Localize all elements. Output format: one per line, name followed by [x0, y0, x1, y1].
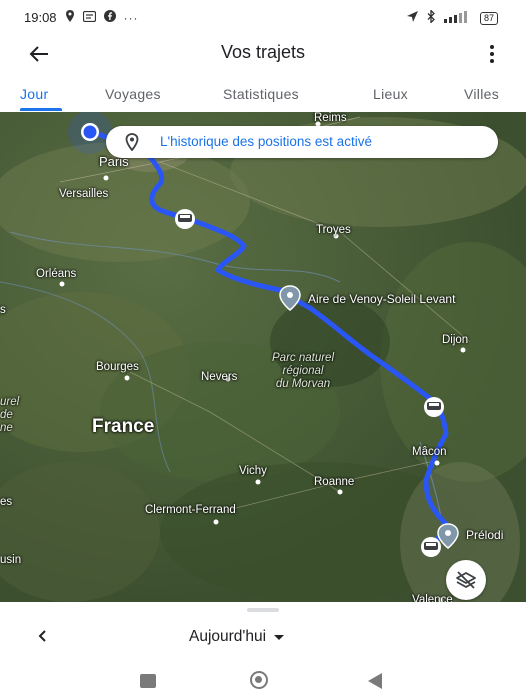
recent-apps-button[interactable] [140, 674, 156, 688]
more-vertical-icon-dot [490, 52, 494, 56]
more-notifications-icon: ··· [123, 10, 139, 25]
app-bar: Vos trajets [0, 36, 526, 72]
status-left: 19:08 ··· [24, 10, 139, 25]
tab-statistiques[interactable]: Statistiques [223, 86, 299, 102]
map-label-edge: s [0, 304, 6, 316]
car-stop-marker [424, 397, 444, 417]
map-label-macon: Mâcon [412, 446, 447, 458]
date-label: Aujourd'hui [189, 628, 267, 645]
date-selector[interactable]: Aujourd'hui [189, 628, 285, 646]
map-label-versailles: Versailles [59, 188, 109, 200]
active-tab-indicator [20, 108, 62, 111]
map-label-vichy: Vichy [239, 465, 267, 477]
map-label-bourges: Bourges [96, 361, 139, 373]
map-label-clermont-ferrand: Clermont-Ferrand [145, 504, 236, 516]
system-back-button[interactable] [368, 673, 382, 689]
map-label-orleans: Orléans [36, 268, 77, 280]
map-label-nevers: Nevers [201, 371, 238, 383]
page-title: Vos trajets [220, 42, 306, 62]
navigation-arrow-icon [406, 10, 419, 26]
message-icon [82, 10, 96, 25]
tab-lieux[interactable]: Lieux [373, 86, 408, 102]
system-nav-bar [0, 664, 526, 700]
location-history-banner[interactable]: L'historique des positions est activé [106, 126, 498, 158]
map-label-aire: Aire de Venoy-Soleil Levant [308, 292, 456, 306]
bluetooth-icon [427, 8, 436, 26]
location-history-text: L'historique des positions est activé [160, 134, 372, 149]
map-label-edge: es [0, 496, 13, 508]
status-time: 19:08 [24, 10, 57, 25]
chevron-left-icon [38, 630, 46, 642]
previous-day-button[interactable] [32, 624, 52, 648]
more-options-button[interactable] [486, 42, 498, 66]
map-label-parc-morvan: Parc naturel régional du Morvan [272, 352, 335, 390]
map-label-edge: usin [0, 554, 22, 566]
car-stop-marker [175, 209, 195, 229]
location-pin-icon [65, 10, 75, 25]
location-pin-outline-icon [124, 133, 140, 151]
satellite-map[interactable]: Reims Paris Versailles Troyes Orléans Ai… [0, 112, 526, 602]
more-vertical-icon-dot [490, 59, 494, 63]
map-label-valence: Valence [412, 594, 453, 602]
tab-bar: Jour Voyages Statistiques Lieux Villes [0, 78, 526, 112]
status-bar: 19:08 ··· 87 [0, 0, 526, 36]
drag-handle[interactable] [247, 608, 279, 612]
map-label-france: France [92, 416, 155, 437]
map-layers-button[interactable] [446, 560, 486, 600]
tab-jour[interactable]: Jour [20, 86, 48, 102]
car-stop-marker [421, 537, 441, 557]
battery-icon: 87 [479, 11, 498, 25]
more-vertical-icon [490, 45, 494, 49]
tab-voyages[interactable]: Voyages [105, 86, 161, 102]
facebook-icon [103, 10, 116, 25]
map-label-reims: Reims [314, 112, 347, 124]
dropdown-arrow-icon [274, 634, 285, 640]
status-right: 87 [406, 8, 498, 26]
layers-off-icon [456, 571, 476, 589]
map-canvas [0, 112, 526, 602]
map-label-edge: urel de ne [0, 396, 20, 434]
map-label-dijon: Dijon [442, 334, 469, 346]
signal-icon [443, 10, 472, 26]
home-button[interactable] [250, 671, 268, 689]
map-label-prelodi: Prélodi [466, 528, 504, 542]
map-label-troyes: Troyes [316, 224, 351, 236]
map-label-roanne: Roanne [314, 476, 355, 488]
tab-villes[interactable]: Villes [464, 86, 499, 102]
